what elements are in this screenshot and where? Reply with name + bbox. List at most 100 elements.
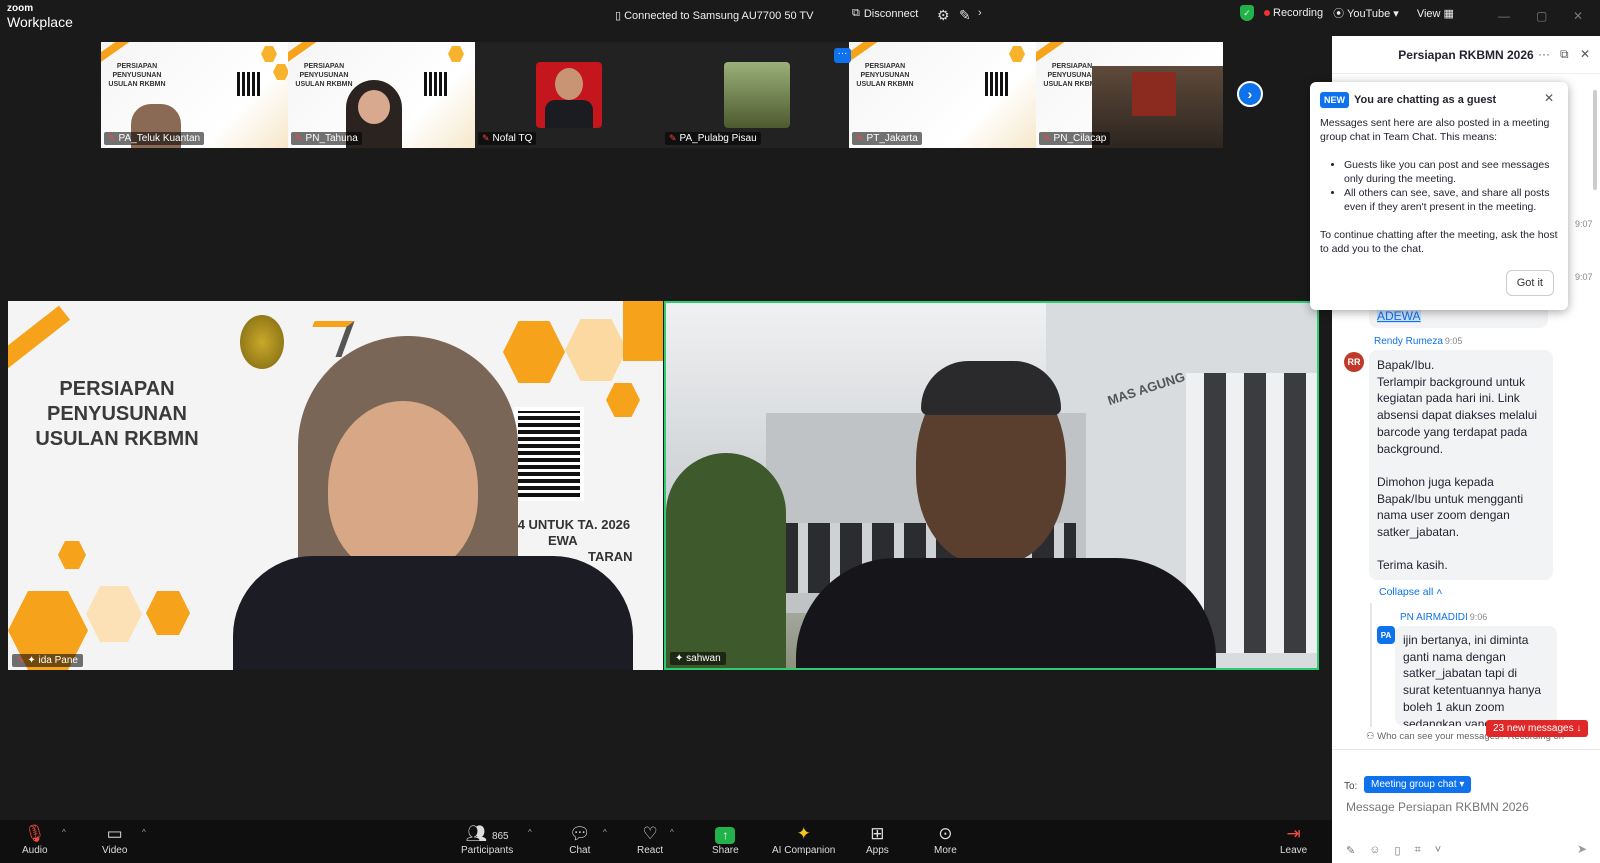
- more-label: More: [934, 845, 957, 856]
- slide-hexagon: [503, 321, 565, 383]
- more-options-icon[interactable]: ···: [1538, 47, 1550, 61]
- tile-name: ✦ sahwan: [670, 652, 726, 665]
- disconnect-button[interactable]: ⧉ Disconnect: [852, 7, 918, 20]
- pin-icon: ✦: [675, 653, 684, 664]
- participant-strip: PERSIAPAN PENYUSUNAN USULAN RKBMN ✎ PA_Te…: [101, 42, 1226, 148]
- avatar: PA: [1377, 626, 1395, 644]
- screenshot-icon[interactable]: ⌗: [1415, 844, 1421, 857]
- heart-icon: ♡: [642, 824, 658, 843]
- file-icon[interactable]: ▯: [1394, 844, 1400, 857]
- leave-label: Leave: [1280, 845, 1308, 856]
- slide-hexagon: [86, 586, 142, 642]
- popup-bullets: Guests like you can post and see message…: [1332, 158, 1560, 214]
- slide-title: PERSIAPAN PENYUSUNAN USULAN RKBMN: [295, 63, 353, 88]
- leave-button[interactable]: ⇥ Leave: [1280, 823, 1307, 856]
- maximize-icon[interactable]: ▢: [1536, 9, 1547, 23]
- chat-icon: 💬︎: [569, 824, 591, 843]
- trees: [666, 453, 786, 668]
- popup-body: Messages sent here are also posted in a …: [1320, 117, 1550, 143]
- slide-hexagon: [448, 46, 464, 62]
- emoji-icon[interactable]: ☺: [1369, 844, 1380, 857]
- got-it-button[interactable]: Got it: [1505, 270, 1554, 296]
- participant-tile[interactable]: PERSIAPAN PENYUSUNAN USULAN RKBMN ✎ PA_Te…: [101, 42, 288, 148]
- participant-tile[interactable]: PERSIAPAN PENYUSUNAN USULAN RKBMN ✎ PN_Ci…: [1036, 42, 1223, 148]
- tile-name-label: PN_Cilacap: [1053, 133, 1107, 144]
- participant-tile[interactable]: PERSIAPAN PENYUSUNAN USULAN RKBMN ✎ PT_Ja…: [849, 42, 1036, 148]
- slide-hexagon: [1009, 46, 1025, 62]
- audio-options-caret[interactable]: ^: [62, 828, 66, 837]
- chat-options-caret[interactable]: ^: [603, 828, 607, 837]
- collapse-label: Collapse all: [1379, 586, 1434, 598]
- message-link[interactable]: ADEWA: [1377, 309, 1421, 323]
- more-options-button[interactable]: ···: [834, 48, 851, 63]
- ai-companion-button[interactable]: ✦ AI Companion: [772, 823, 835, 856]
- slide-hexagon: [565, 319, 627, 381]
- chevron-down-icon[interactable]: ˅: [1435, 844, 1441, 857]
- close-icon[interactable]: ✕: [1544, 91, 1554, 105]
- zoom-logo: zoom Workplace: [7, 4, 73, 30]
- slide-hexagon: [273, 64, 288, 80]
- recipient-selector[interactable]: Meeting group chat ▾: [1364, 776, 1472, 793]
- youtube-label: YouTube: [1347, 8, 1391, 20]
- pin-icon: ✦: [27, 655, 36, 666]
- chat-label: Chat: [569, 845, 591, 856]
- recording-area: ✓ Recording ⦿ YouTube ▾ View ▦: [1240, 5, 1454, 21]
- popup-footer: To continue chatting after the meeting, …: [1320, 229, 1558, 255]
- message-time: 9:05: [1444, 336, 1463, 346]
- audio-button[interactable]: 🎙︎ Audio: [22, 823, 48, 856]
- participants-options-caret[interactable]: ^: [528, 828, 532, 837]
- participant-tile[interactable]: ✎ Nofal TQ: [475, 42, 662, 148]
- message-text: ijin bertanya, ini diminta ganti nama den…: [1403, 632, 1553, 726]
- minimize-icon[interactable]: —: [1498, 9, 1510, 23]
- participants-button[interactable]: 👥︎ 865 Participants: [461, 823, 513, 856]
- leave-icon: ⇥: [1286, 824, 1301, 843]
- youtube-stream-menu[interactable]: ⦿ YouTube ▾: [1333, 5, 1399, 21]
- video-tile-main-right-active-speaker[interactable]: MAS AGUNG ✦ sahwan: [664, 301, 1319, 670]
- message-time: 9:07: [1575, 272, 1593, 282]
- person-lock-icon: ⚇: [1366, 731, 1378, 742]
- chat-button[interactable]: 💬︎ Chat: [569, 823, 591, 856]
- video-options-caret[interactable]: ^: [142, 828, 146, 837]
- video-tile-main-left[interactable]: PERSIAPAN PENYUSUNAN USULAN RKBMN 2024 U…: [8, 301, 663, 670]
- settings-icon[interactable]: ⚙: [937, 7, 950, 24]
- participant-tile[interactable]: PERSIAPAN PENYUSUNAN USULAN RKBMN ✎ PN_Ta…: [288, 42, 475, 148]
- video-button[interactable]: ▭ Video: [102, 823, 127, 856]
- participant-tile[interactable]: ✎ PA_Pulabg Pisau: [662, 42, 849, 148]
- message-line: Dimohon juga kepada: [1377, 474, 1494, 489]
- message-sender: Rendy Rumeza 9:05: [1374, 336, 1462, 347]
- message-input[interactable]: Message Persiapan RKBMN 2026: [1346, 800, 1586, 820]
- share-button[interactable]: ↑ Share: [712, 823, 739, 856]
- close-window-icon[interactable]: ✕: [1573, 9, 1583, 23]
- participant-hair: [921, 361, 1061, 415]
- slide-subtitle-line: EWA: [548, 533, 578, 548]
- new-messages-button[interactable]: 23 new messages ↓: [1486, 720, 1589, 737]
- tile-name-label: PT_Jakarta: [866, 133, 918, 144]
- popout-icon[interactable]: ⧉: [1560, 47, 1569, 62]
- more-button[interactable]: ⊙ More: [934, 823, 957, 856]
- recording-indicator[interactable]: Recording: [1264, 7, 1323, 19]
- send-icon[interactable]: ➤: [1577, 842, 1587, 856]
- react-label: React: [637, 845, 664, 856]
- pin-icon[interactable]: ✎: [959, 7, 971, 24]
- chevron-right-icon[interactable]: ›: [978, 7, 982, 19]
- collapse-all-button[interactable]: Collapse all ˄: [1379, 586, 1442, 598]
- slide-hexagon: [606, 383, 640, 417]
- popup-heading-text: You are chatting as a guest: [1354, 94, 1497, 106]
- react-button[interactable]: ♡ React: [637, 823, 663, 856]
- qr-code: [424, 72, 448, 96]
- mic-muted-icon: ✎: [1043, 133, 1051, 143]
- format-icon[interactable]: ✎: [1346, 844, 1355, 857]
- logo-bottom-text: Workplace: [7, 14, 73, 30]
- connected-label: Connected to Samsung AU7700 50 TV: [624, 10, 814, 22]
- message-line: Terima kasih.: [1377, 558, 1448, 573]
- view-menu[interactable]: View ▦: [1417, 7, 1454, 20]
- close-icon[interactable]: ✕: [1580, 47, 1590, 61]
- apps-button[interactable]: ⊞ Apps: [866, 823, 889, 856]
- recording-label: Recording: [1273, 7, 1324, 19]
- next-page-button[interactable]: ›: [1237, 81, 1263, 107]
- media-center-board: [1132, 72, 1176, 116]
- react-options-caret[interactable]: ^: [670, 828, 674, 837]
- share-icon: ↑: [712, 823, 739, 845]
- participant-suit: [545, 100, 593, 128]
- chat-scrollbar[interactable]: [1593, 90, 1597, 190]
